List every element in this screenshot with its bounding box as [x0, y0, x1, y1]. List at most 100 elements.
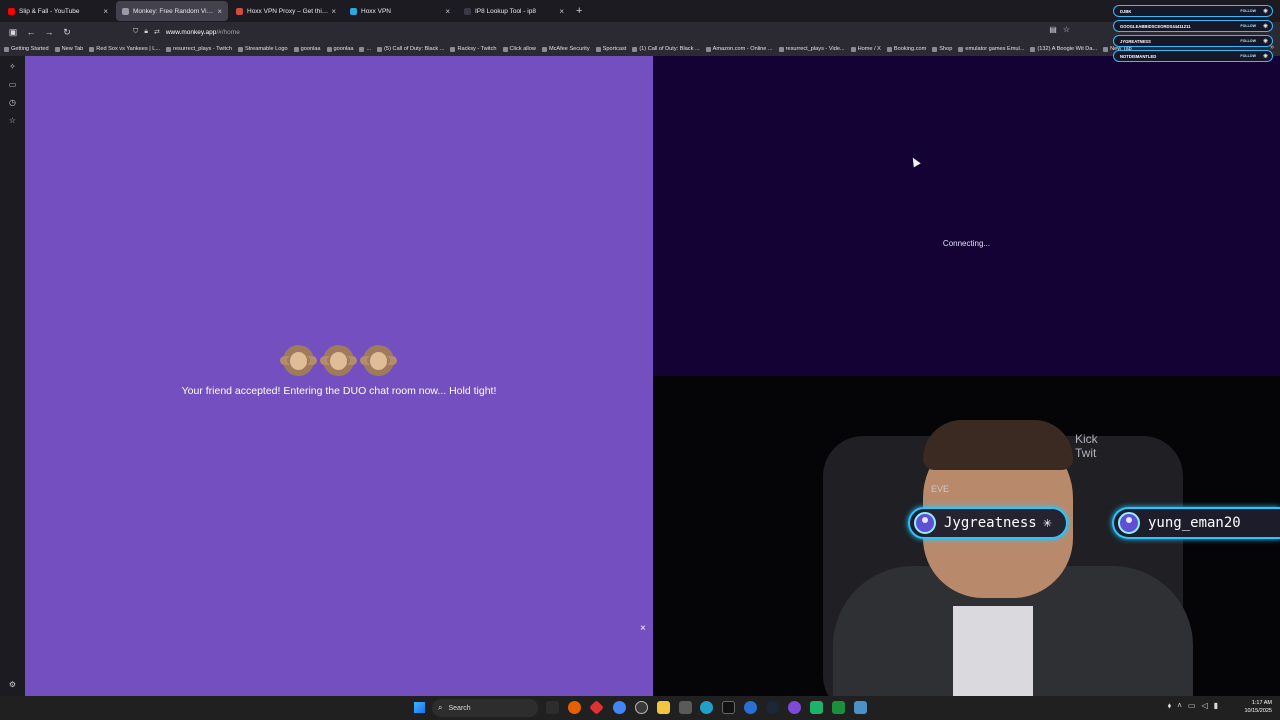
bookmark-item[interactable]: Getting Started	[4, 46, 49, 52]
bookmark-item[interactable]: emulator games Emul...	[958, 46, 1024, 52]
battery-icon[interactable]: ▮	[1214, 701, 1218, 711]
stream-follow-overlay: DJBK FOLLOW ✳ GOOGLEABBIDSCEORDS44411211 FOL…	[1113, 5, 1273, 65]
url-path: /#/home	[216, 28, 240, 36]
permissions-icon[interactable]: ⇄	[154, 28, 160, 36]
sparkle-icon: ✳	[1262, 23, 1268, 30]
new-tab-button[interactable]: +	[576, 5, 582, 17]
bookmark-item[interactable]: resurrect_plays - Vide...	[778, 46, 845, 52]
tab-hoxx-vpn[interactable]: Hoxx VPN ×	[344, 1, 456, 21]
taskbar-clock[interactable]: 1:17 AM 10/15/2025	[1244, 699, 1272, 715]
sidebar-settings-icon[interactable]: ⚙	[7, 680, 18, 689]
chrome-icon[interactable]	[613, 701, 626, 714]
bookmark-favicon-icon	[54, 46, 60, 52]
bookmark-label: Sportcast	[602, 46, 627, 52]
tab-hoxx-proxy[interactable]: Hoxx VPN Proxy – Get this Exte ×	[230, 1, 342, 21]
tab-close-icon[interactable]: ×	[103, 7, 108, 16]
bookmark-item[interactable]: goonlaa	[326, 46, 353, 52]
bookmark-favicon-icon	[359, 46, 365, 52]
chevron-up-icon[interactable]: ˄	[1177, 701, 1182, 711]
bookmark-label: resurrect_plays - Twitch	[173, 46, 233, 52]
tab-close-icon[interactable]: ×	[559, 7, 564, 16]
bookmark-item[interactable]: Home / X	[850, 46, 881, 52]
reader-view-icon[interactable]: ▤	[1049, 25, 1057, 34]
app-icon-circle[interactable]	[635, 701, 648, 714]
bookmark-item[interactable]: Amazon.com - Online ...	[705, 46, 773, 52]
tab-title: IP8 Lookup Tool - ip8	[475, 7, 536, 15]
file-explorer-icon[interactable]	[657, 701, 670, 714]
tab-ip8[interactable]: IP8 Lookup Tool - ip8 ×	[458, 1, 570, 21]
windows-start-icon[interactable]	[414, 702, 425, 713]
steam-icon[interactable]	[766, 701, 779, 714]
reload-button[interactable]: ↻	[58, 27, 76, 38]
widgets-icon[interactable]	[546, 701, 559, 714]
bookmark-item[interactable]: (132) A Boogie Wit Da...	[1030, 46, 1097, 52]
bookmark-star-icon[interactable]: ☆	[1063, 25, 1070, 34]
app-icon-green[interactable]	[810, 701, 823, 714]
forward-button[interactable]: →	[40, 27, 58, 37]
bookmarks-icon[interactable]: ☆	[7, 116, 18, 125]
bookmark-item[interactable]: Red Sox vs Yankees | L...	[89, 46, 160, 52]
edge-icon[interactable]	[700, 701, 713, 714]
shield-icon[interactable]: ⛉	[133, 28, 138, 36]
back-button[interactable]: ←	[22, 27, 40, 37]
bookmark-item[interactable]: (5) Call of Duty: Black ...	[377, 46, 444, 52]
bookmark-item[interactable]: New Tab	[54, 46, 84, 52]
hear-no-evil-monkey-icon	[323, 345, 354, 376]
hoxx-vpn-favicon-icon	[350, 7, 357, 15]
app-icon-purple[interactable]	[788, 701, 801, 714]
connecting-status: Connecting...	[942, 239, 991, 248]
display-icon[interactable]: ▭	[1188, 701, 1196, 711]
follow-label: FOLLOW	[1240, 39, 1256, 43]
bookmark-item[interactable]: (1) Call of Duty: Black ...	[632, 46, 700, 52]
lock-icon[interactable]: 🔒︎	[144, 28, 148, 36]
play-icon[interactable]	[832, 701, 845, 714]
background-sign: Kick Twit	[1075, 432, 1098, 460]
app-icon-shield[interactable]	[854, 701, 867, 714]
firefox-icon[interactable]	[568, 701, 581, 714]
tab-close-icon[interactable]: ×	[331, 7, 336, 16]
ai-chat-icon[interactable]: ✧	[7, 62, 18, 71]
bookmark-favicon-icon	[850, 46, 856, 52]
tab-close-icon[interactable]: ×	[445, 7, 450, 16]
bookmark-item[interactable]: Booking.com	[886, 46, 926, 52]
app-icon-blue[interactable]	[744, 701, 757, 714]
volume-icon[interactable]: ◁	[1201, 701, 1207, 711]
history-icon[interactable]: ◷	[7, 98, 18, 107]
tab-monkey[interactable]: Monkey: Free Random Video C ×	[116, 1, 228, 21]
bookmark-item[interactable]: Shop	[932, 46, 952, 52]
bookmark-item[interactable]: Racksy - Twitch	[450, 46, 497, 52]
tab-youtube[interactable]: Slip & Fall - YouTube ×	[2, 1, 114, 21]
system-tray: ⬧ ˄ ▭ ◁ ▮	[1168, 701, 1218, 711]
follow-label: FOLLOW	[1240, 54, 1256, 58]
user-badge-right: yung_eman20	[1112, 507, 1280, 539]
tab-close-icon[interactable]: ×	[217, 7, 222, 16]
follow-label: FOLLOW	[1240, 9, 1256, 13]
app-icon-dark[interactable]	[722, 701, 735, 714]
bookmark-item[interactable]: resurrect_plays - Twitch	[166, 46, 232, 52]
bookmark-item[interactable]: McAfee Security	[541, 46, 590, 52]
bookmark-label: (5) Call of Duty: Black ...	[384, 46, 445, 52]
bookmark-item[interactable]: Sportcast	[595, 46, 627, 52]
app-icon-window[interactable]	[679, 701, 692, 714]
bookmark-item[interactable]: goonlaa	[293, 46, 321, 52]
bookmark-favicon-icon	[886, 46, 892, 52]
location-icon[interactable]: ⬧	[1168, 701, 1172, 711]
tab-title: Hoxx VPN Proxy – Get this Exte	[247, 7, 328, 15]
bookmark-item[interactable]: Click allow	[502, 46, 536, 52]
bookmark-label: New Tab	[61, 46, 84, 52]
close-icon[interactable]: ×	[640, 623, 646, 634]
bookmark-label: resurrect_plays - Vide...	[785, 46, 845, 52]
app-icon-red[interactable]	[589, 700, 604, 715]
taskbar-search[interactable]: ⌕ Search	[432, 699, 538, 717]
bookmark-favicon-icon	[89, 46, 95, 52]
url-bar[interactable]: ⛉ 🔒︎ ⇄ www.monkey.app/#/home	[133, 24, 1071, 40]
sidebar-toggle-icon[interactable]: ▣	[4, 27, 22, 38]
url-host: www.monkey.app	[165, 28, 217, 36]
bookmark-item[interactable]: Streamable Logo	[238, 46, 288, 52]
synced-tabs-icon[interactable]: ▭	[7, 80, 18, 89]
bookmark-favicon-icon	[1103, 46, 1109, 52]
ip8-favicon-icon	[464, 7, 471, 15]
bookmark-label: Streamable Logo	[245, 46, 288, 52]
search-label: Search	[448, 704, 471, 712]
bookmark-item[interactable]: ...	[359, 46, 371, 52]
